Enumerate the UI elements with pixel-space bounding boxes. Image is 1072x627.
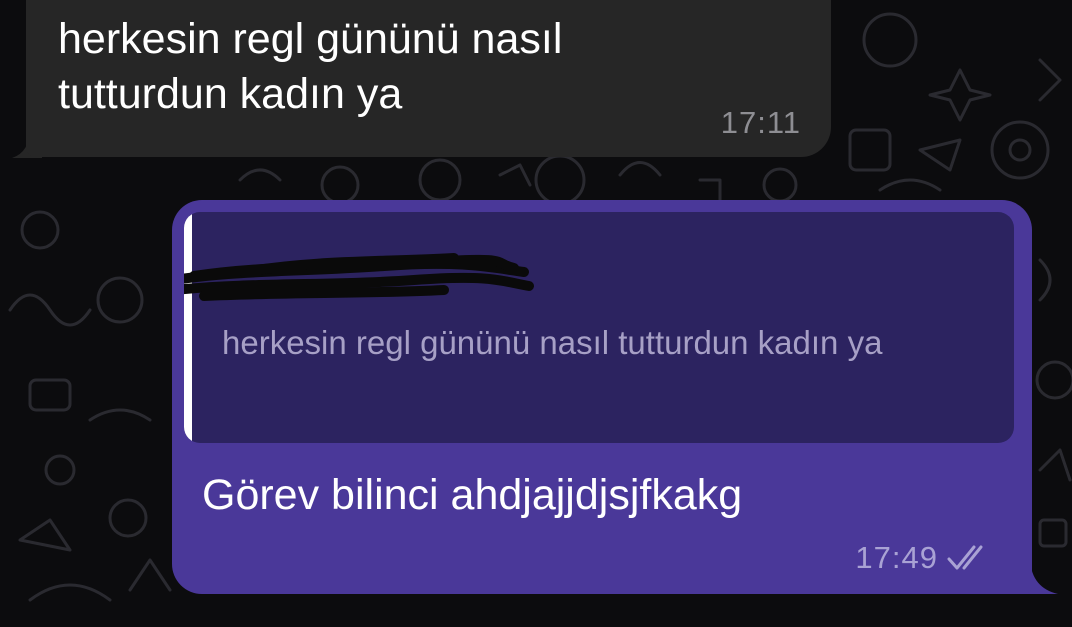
double-check-icon (947, 545, 983, 570)
message-meta: 17:49 (855, 540, 996, 576)
incoming-message-bubble[interactable]: herkesin regl gününü nasıl tutturdun kad… (26, 0, 831, 157)
message-text: Görev bilinci ahdjajjdjsjfkakg (202, 471, 743, 519)
reply-quote-text: herkesin regl gününü nasıl tutturdun kad… (222, 324, 883, 361)
message-time: 17:11 (720, 105, 801, 140)
outgoing-message-bubble[interactable]: herkesin regl gününü nasıl tutturdun kad… (172, 200, 1032, 594)
chat-view[interactable]: herkesin regl gününü nasıl tutturdun kad… (0, 0, 1072, 627)
reply-quote[interactable]: herkesin regl gününü nasıl tutturdun kad… (184, 212, 1014, 443)
reply-author-scribbled-out (184, 253, 534, 301)
message-text: herkesin regl gününü nasıl tutturdun kad… (58, 15, 563, 118)
message-time: 17:49 (855, 540, 938, 575)
